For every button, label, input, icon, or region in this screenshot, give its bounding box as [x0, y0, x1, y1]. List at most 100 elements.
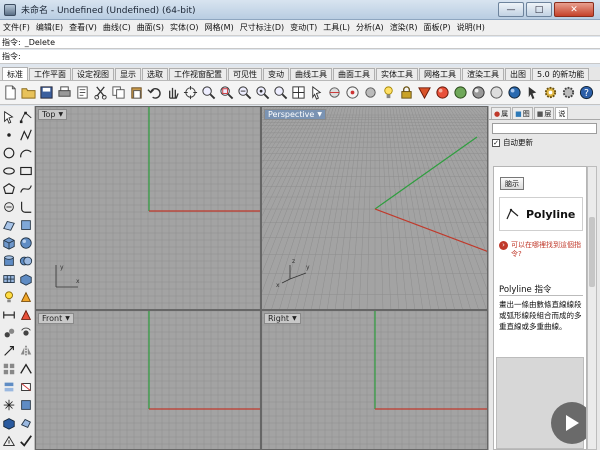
tab-display-panel[interactable]: ■ 图 [512, 107, 533, 119]
fillet-icon[interactable] [18, 198, 34, 215]
render-sphere-icon[interactable] [452, 84, 469, 102]
menu-help[interactable]: 说明(H) [454, 22, 488, 33]
menu-dimension[interactable]: 尺寸标注(D) [237, 22, 287, 33]
tab-viewport-layout[interactable]: 工作视窗配置 [169, 68, 227, 80]
tab-set-view[interactable]: 设定视图 [72, 68, 114, 80]
viewport-perspective-label[interactable]: Perspective ▼ [264, 109, 326, 120]
tab-solid-tools[interactable]: 实体工具 [376, 68, 418, 80]
render-light-icon[interactable] [18, 288, 34, 305]
curve-icon[interactable] [18, 180, 34, 197]
surface-extrude-icon[interactable] [18, 216, 34, 233]
tab-new-in-v5[interactable]: 5.0 的新功能 [532, 68, 590, 80]
tab-render-tools[interactable]: 渲染工具 [462, 68, 504, 80]
menu-transform[interactable]: 变动(T) [287, 22, 320, 33]
scale-icon[interactable] [1, 342, 17, 359]
select-arrow-icon[interactable] [1, 108, 17, 125]
help-scrollbar[interactable] [587, 166, 597, 450]
polygon-icon[interactable] [1, 180, 17, 197]
properties-icon[interactable] [74, 84, 91, 102]
cplane-icon[interactable] [326, 84, 343, 102]
ellipse-icon[interactable] [1, 162, 17, 179]
close-button[interactable]: ✕ [554, 2, 594, 17]
tab-help[interactable]: 说 [555, 107, 569, 119]
point-icon[interactable] [1, 126, 17, 143]
menu-mesh[interactable]: 网格(M) [202, 22, 237, 33]
split-icon[interactable] [1, 378, 17, 395]
check-icon[interactable] [18, 432, 34, 449]
help-toggle-button[interactable]: 脑示 [500, 177, 524, 190]
tools-gear-icon[interactable] [560, 84, 577, 102]
viewport-front-label[interactable]: Front ▼ [38, 313, 74, 324]
print-icon[interactable] [56, 84, 73, 102]
control-points-icon[interactable] [18, 108, 34, 125]
tab-drafting[interactable]: 出图 [505, 68, 531, 80]
zoom-window-icon[interactable] [218, 84, 235, 102]
tab-layers[interactable]: ■ 层 [533, 107, 555, 119]
viewport-perspective[interactable]: z y x Perspective ▼ [261, 106, 488, 310]
menu-surface[interactable]: 曲面(S) [134, 22, 167, 33]
boolean-icon[interactable] [18, 252, 34, 269]
pointer-icon[interactable] [524, 84, 541, 102]
rendered-view-icon[interactable] [470, 84, 487, 102]
new-file-icon[interactable] [2, 84, 19, 102]
maximize-button[interactable]: □ [526, 2, 552, 17]
select-icon[interactable] [308, 84, 325, 102]
box-icon[interactable] [1, 234, 17, 251]
viewport-right[interactable]: Right ▼ [261, 310, 488, 450]
scrollbar-thumb[interactable] [589, 217, 595, 287]
save-icon[interactable] [38, 84, 55, 102]
menu-panels[interactable]: 面板(P) [421, 22, 454, 33]
mesh-icon[interactable] [1, 270, 17, 287]
viewport-top[interactable]: y x Top ▼ [35, 106, 261, 310]
zoom-in-icon[interactable] [200, 84, 217, 102]
grid-snap-icon[interactable] [344, 84, 361, 102]
zoom-extents-icon[interactable] [236, 84, 253, 102]
copy-icon[interactable] [110, 84, 127, 102]
menu-curve[interactable]: 曲线(C) [100, 22, 134, 33]
text-icon[interactable] [1, 198, 17, 215]
help-search-input[interactable] [492, 123, 597, 134]
undo-icon[interactable] [146, 84, 163, 102]
surface-corner-icon[interactable] [1, 216, 17, 233]
rectangle-icon[interactable] [18, 162, 34, 179]
paste-icon[interactable] [128, 84, 145, 102]
menu-analyze[interactable]: 分析(A) [353, 22, 387, 33]
render-icon[interactable] [506, 84, 523, 102]
options-gear-icon[interactable] [542, 84, 559, 102]
group-icon[interactable] [18, 396, 34, 413]
menu-file[interactable]: 文件(F) [0, 22, 33, 33]
trim-icon[interactable] [18, 378, 34, 395]
polyline-icon[interactable] [18, 126, 34, 143]
pan-hand-icon[interactable] [164, 84, 181, 102]
move-icon[interactable] [1, 324, 17, 341]
tab-mesh-tools[interactable]: 网格工具 [419, 68, 461, 80]
zoom-selected-icon[interactable] [254, 84, 271, 102]
arc-icon[interactable] [18, 144, 34, 161]
array-icon[interactable] [1, 360, 17, 377]
cylinder-icon[interactable] [1, 252, 17, 269]
rotate-icon[interactable] [18, 324, 34, 341]
viewport-layout-icon[interactable] [290, 84, 307, 102]
tab-display[interactable]: 显示 [115, 68, 141, 80]
light-icon[interactable] [1, 288, 17, 305]
analyze-icon[interactable] [1, 432, 17, 449]
auto-update-checkbox[interactable]: ✓ [492, 138, 500, 147]
open-folder-icon[interactable] [20, 84, 37, 102]
shade-icon[interactable] [362, 84, 379, 102]
play-video-icon[interactable] [551, 402, 586, 444]
help-tip-link[interactable]: › 可以在哪裡找到這個指令? [499, 241, 585, 259]
lightbulb-icon[interactable] [380, 84, 397, 102]
zoom-dynamic-icon[interactable] [272, 84, 289, 102]
menu-solid[interactable]: 实体(O) [167, 22, 202, 33]
menu-render[interactable]: 渲染(R) [387, 22, 421, 33]
solid-edit-icon[interactable] [18, 270, 34, 287]
explode-icon[interactable] [1, 396, 17, 413]
cut-icon[interactable] [92, 84, 109, 102]
dimension-icon[interactable] [1, 306, 17, 323]
annotation-icon[interactable] [18, 306, 34, 323]
viewport-front[interactable]: Front ▼ [35, 310, 261, 450]
tab-surface-tools[interactable]: 曲面工具 [333, 68, 375, 80]
menu-edit[interactable]: 编辑(E) [33, 22, 66, 33]
help-question-icon[interactable]: ? [578, 84, 595, 102]
tab-visibility[interactable]: 可见性 [228, 68, 262, 80]
